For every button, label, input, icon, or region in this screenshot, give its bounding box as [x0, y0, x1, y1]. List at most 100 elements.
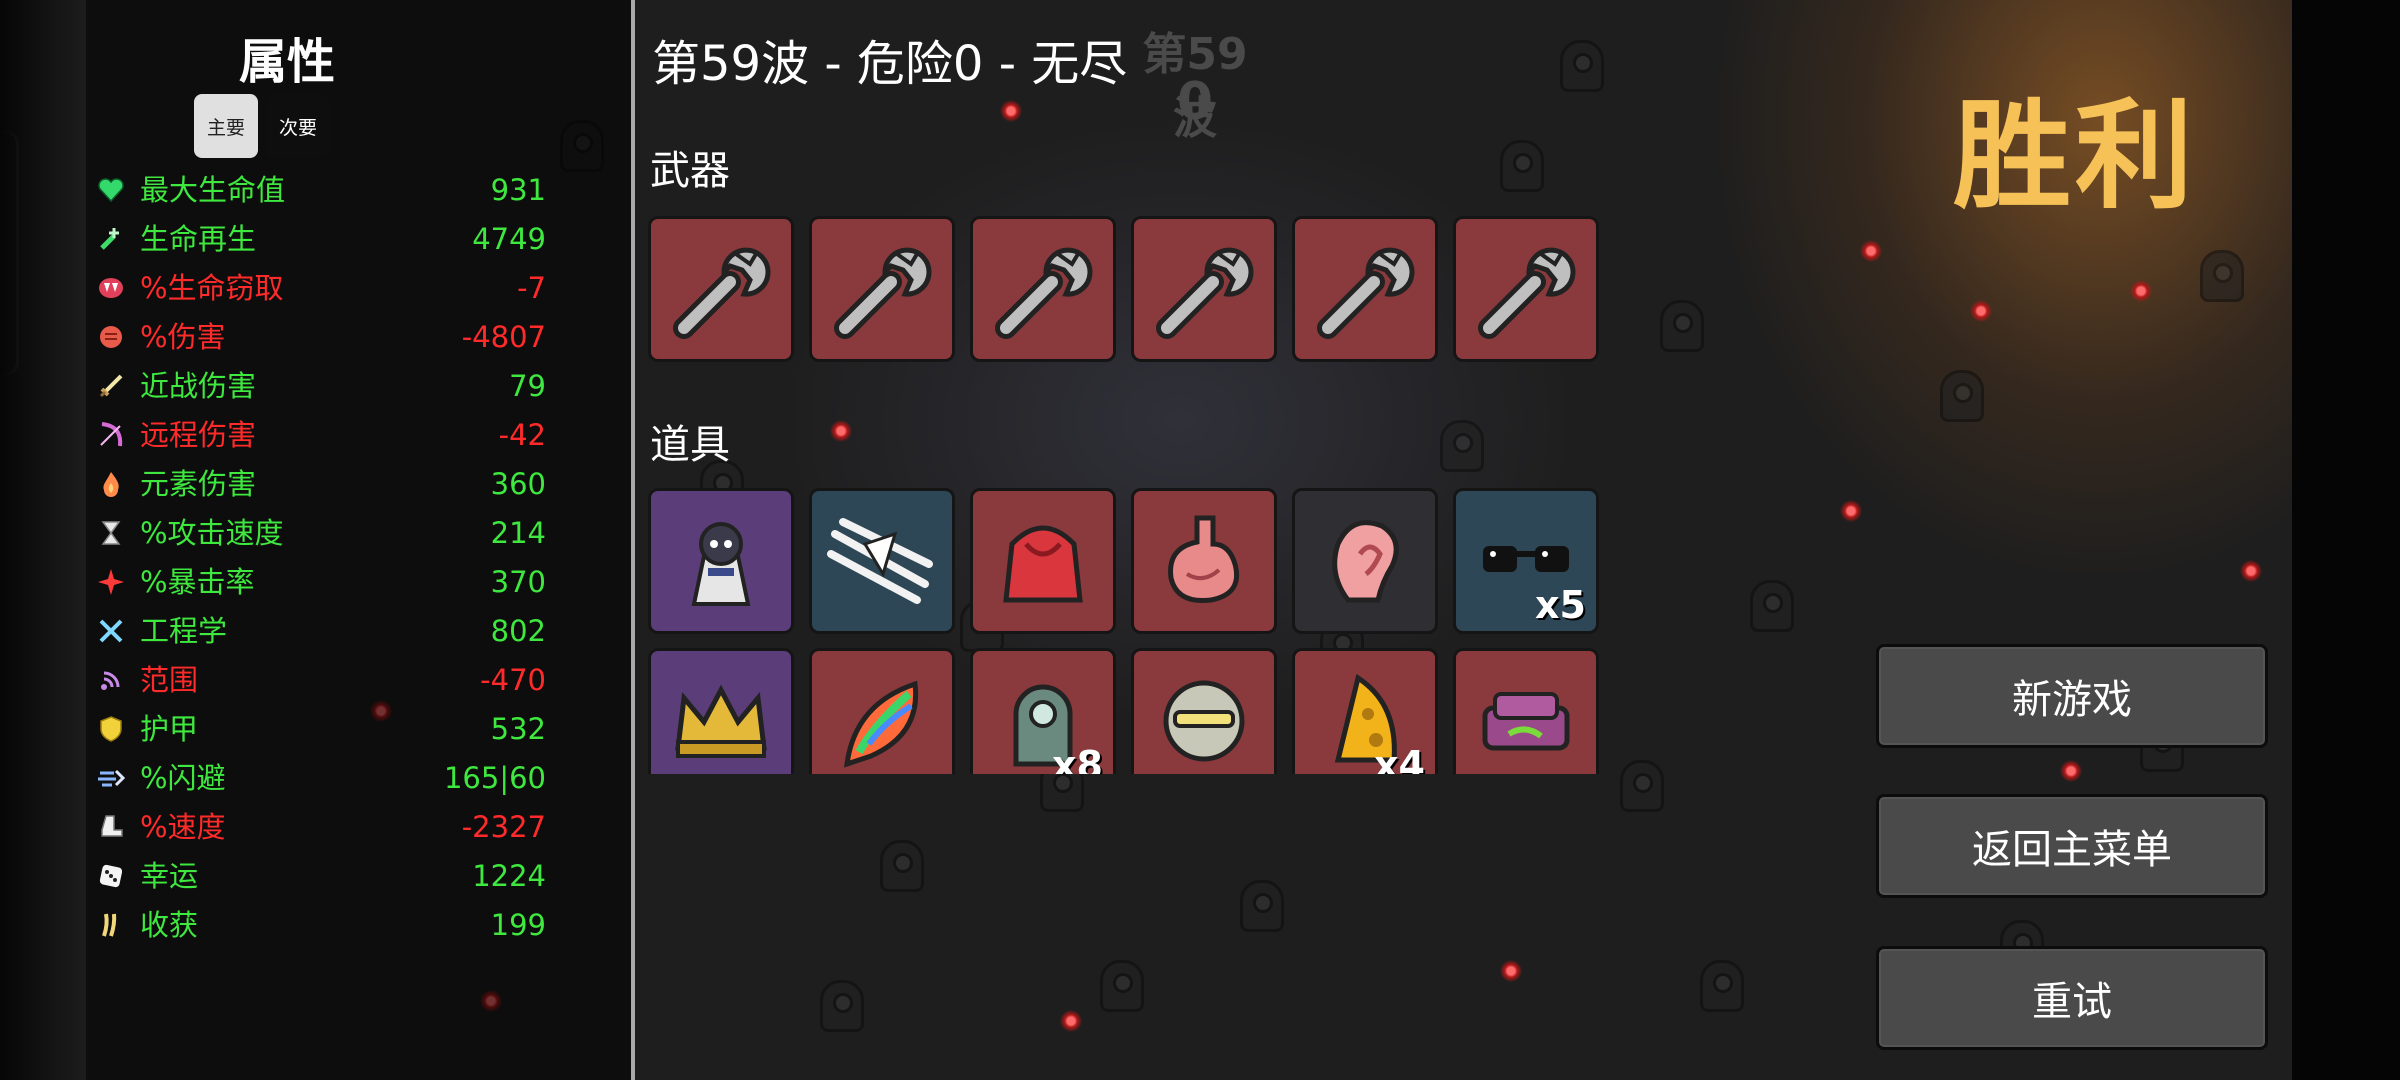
- weapon-slot[interactable]: [809, 216, 955, 362]
- item-slot[interactable]: [970, 488, 1116, 634]
- item-slot[interactable]: [648, 488, 794, 634]
- stat-value: 370: [490, 565, 546, 599]
- boot-icon: [96, 812, 126, 842]
- stat-row: 最大生命值 931: [96, 170, 546, 210]
- item-slot[interactable]: [1131, 648, 1277, 774]
- stat-value: 931: [490, 173, 546, 207]
- stomach-icon: [1168, 515, 1239, 604]
- fangs-icon: [96, 273, 126, 303]
- stat-row: %闪避 165|60: [96, 758, 546, 798]
- wrench-icon: [673, 247, 771, 339]
- stat-row: %攻击速度 214: [96, 513, 546, 553]
- item-slot[interactable]: [648, 648, 794, 774]
- items-label: 道具: [650, 422, 730, 468]
- stat-row: 护甲 532: [96, 709, 546, 749]
- wave-title: 第59波 - 危险0 - 无尽: [652, 36, 1128, 92]
- stats-title: 属性: [238, 34, 335, 90]
- main-menu-button[interactable]: 返回主菜单: [1876, 794, 2268, 898]
- item-quantity: x4: [1374, 743, 1425, 774]
- stat-label: 生命再生: [140, 222, 257, 256]
- item-slot[interactable]: [1453, 648, 1599, 774]
- retry-button[interactable]: 重试: [1876, 946, 2268, 1050]
- stat-row: 收获 199: [96, 905, 546, 945]
- item-quantity: x5: [1535, 583, 1586, 627]
- helmet-icon: [1163, 680, 1245, 762]
- stat-label: 范围: [140, 663, 199, 697]
- wrench-cross-icon: [96, 616, 126, 646]
- weapon-slot[interactable]: [1131, 216, 1277, 362]
- item-slot[interactable]: [809, 488, 955, 634]
- stat-label: %速度: [140, 810, 226, 844]
- flame-icon: [96, 469, 126, 499]
- item-slot[interactable]: x5: [1453, 488, 1599, 634]
- item-slot[interactable]: [1292, 488, 1438, 634]
- item-slot[interactable]: [809, 648, 955, 774]
- stat-value: 1224: [472, 859, 546, 893]
- new-game-button[interactable]: 新游戏: [1876, 644, 2268, 748]
- stat-row: 近战伤害 79: [96, 366, 546, 406]
- stat-value: -7: [517, 271, 546, 305]
- dice-icon: [96, 861, 126, 891]
- stat-row: %速度 -2327: [96, 807, 546, 847]
- stat-value: -470: [480, 663, 546, 697]
- stat-label: 收获: [140, 908, 199, 942]
- stat-label: 工程学: [140, 614, 228, 648]
- regen-icon: [96, 224, 126, 254]
- item-grid: x5 x8 x4: [640, 488, 1600, 774]
- wrench-icon: [1478, 247, 1576, 339]
- rainbow-leaf-icon: [843, 680, 919, 768]
- stat-value: 214: [490, 516, 546, 550]
- stat-value: 802: [490, 614, 546, 648]
- stat-value: -2327: [461, 810, 546, 844]
- weapon-slot[interactable]: [1292, 216, 1438, 362]
- stat-label: %闪避: [140, 761, 226, 795]
- heart-icon: [96, 175, 126, 205]
- item-slot[interactable]: x8: [970, 648, 1116, 774]
- range-icon: [96, 665, 126, 695]
- stat-value: 360: [490, 467, 546, 501]
- bow-icon: [96, 420, 126, 450]
- ear-icon: [1332, 520, 1399, 603]
- stat-row: 工程学 802: [96, 611, 546, 651]
- weapon-slot[interactable]: [970, 216, 1116, 362]
- panel-divider: [631, 0, 635, 1080]
- stat-value: 4749: [472, 222, 546, 256]
- couch-icon: [1482, 692, 1570, 751]
- ghost-wave-count: 0: [1176, 72, 1214, 132]
- item-slot[interactable]: [1131, 488, 1277, 634]
- stat-label: 远程伤害: [140, 418, 257, 452]
- dodge-icon: [96, 763, 126, 793]
- item-slot[interactable]: x4: [1292, 648, 1438, 774]
- wrench-icon: [995, 247, 1093, 339]
- stat-row: 范围 -470: [96, 660, 546, 700]
- stat-label: %暴击率: [140, 565, 255, 599]
- wrench-icon: [1156, 247, 1254, 339]
- stat-value: -42: [498, 418, 546, 452]
- stat-row: 远程伤害 -42: [96, 415, 546, 455]
- claw-slash-icon: [827, 518, 933, 604]
- stat-row: %生命窃取 -7: [96, 268, 546, 308]
- stat-value: -4807: [461, 320, 546, 354]
- stat-row: %暴击率 370: [96, 562, 546, 602]
- stat-value: 199: [490, 908, 546, 942]
- stat-row: 幸运 1224: [96, 856, 546, 896]
- stat-row: 元素伤害 360: [96, 464, 546, 504]
- crown-icon: [675, 684, 767, 758]
- stat-label: 幸运: [140, 859, 199, 893]
- tab-secondary-stats[interactable]: 次要: [266, 94, 330, 158]
- stat-label: %生命窃取: [140, 271, 284, 305]
- weapon-slot[interactable]: [1453, 216, 1599, 362]
- tab-primary-stats[interactable]: 主要: [194, 94, 258, 158]
- stat-label: 近战伤害: [140, 369, 257, 403]
- red-hoodie-icon: [1003, 525, 1083, 603]
- stat-label: %攻击速度: [140, 516, 284, 550]
- crit-icon: [96, 567, 126, 597]
- harvest-icon: [96, 910, 126, 940]
- hourglass-icon: [96, 518, 126, 548]
- wrench-icon: [834, 247, 932, 339]
- stat-value: 165|60: [443, 761, 546, 795]
- victory-title: 胜利: [1952, 87, 2197, 225]
- weapon-slot[interactable]: [648, 216, 794, 362]
- stat-value: 79: [509, 369, 546, 403]
- weapons-label: 武器: [650, 148, 730, 194]
